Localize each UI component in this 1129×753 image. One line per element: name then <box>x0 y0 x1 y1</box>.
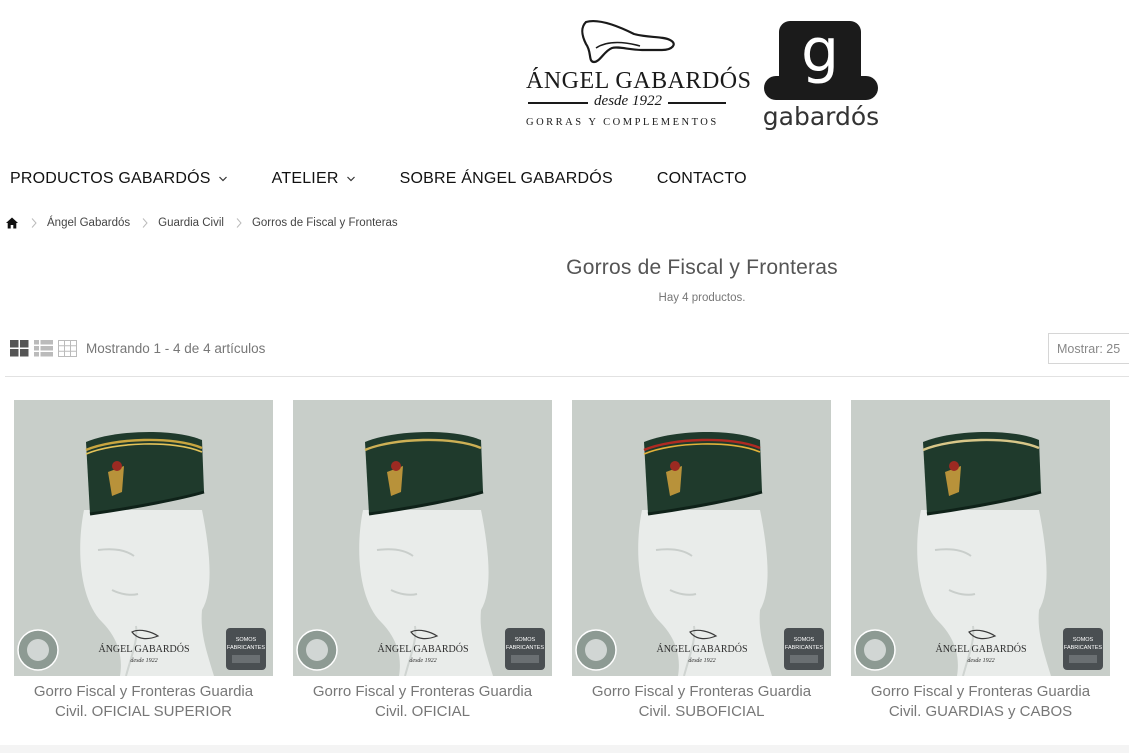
breadcrumb-link[interactable]: Ángel Gabardós <box>47 217 130 229</box>
brand-tagline: GORRAS Y COMPLEMENTOS <box>526 117 719 128</box>
gabardos-wordmark: gabardós <box>762 102 880 131</box>
svg-text:desde 1922: desde 1922 <box>967 658 994 664</box>
svg-text:FABRICANTES: FABRICANTES <box>1064 645 1103 651</box>
product-card[interactable]: ÁNGEL GABARDÓS desde 1922 SOMOS FABRICANTES… <box>851 400 1110 722</box>
svg-text:SOMOS: SOMOS <box>794 637 815 643</box>
nav-item-atelier[interactable]: ATELIER <box>272 170 356 188</box>
svg-text:desde 1922: desde 1922 <box>688 658 715 664</box>
product-name[interactable]: Gorro Fiscal y Fronteras Guardia Civil. … <box>14 682 273 722</box>
product-name[interactable]: Gorro Fiscal y Fronteras Guardia Civil. … <box>293 682 552 722</box>
manufacturer-badge: SOMOS FABRICANTES <box>1063 628 1103 670</box>
chevron-down-icon <box>218 176 227 182</box>
svg-text:desde 1922: desde 1922 <box>409 658 436 664</box>
nav-item-label: PRODUCTOS GABARDÓS <box>10 170 211 187</box>
nav-item-label: SOBRE ÁNGEL GABARDÓS <box>399 170 613 187</box>
garrison-cap <box>85 431 205 516</box>
chevron-right-icon <box>236 218 242 228</box>
grid-view-icon[interactable] <box>10 340 29 357</box>
results-summary: Mostrando 1 - 4 de 4 artículos <box>86 341 266 356</box>
svg-text:SOMOS: SOMOS <box>236 637 257 643</box>
official-seal-icon <box>296 629 338 671</box>
svg-text:ÁNGEL GABARDÓS: ÁNGEL GABARDÓS <box>935 643 1026 655</box>
list-view-icon[interactable] <box>34 340 53 357</box>
svg-text:SOMOS: SOMOS <box>515 637 536 643</box>
main-nav: PRODUCTOS GABARDÓS ATELIER SOBRE ÁNGEL G… <box>10 166 791 192</box>
per-page-select[interactable]: Mostrar: 25 <box>1048 333 1129 364</box>
nav-item-label: CONTACTO <box>656 170 747 187</box>
manufacturer-badge: SOMOS FABRICANTES <box>505 628 545 670</box>
brand-rule-left <box>528 102 588 104</box>
chevron-right-icon <box>31 218 37 228</box>
product-image[interactable]: ÁNGEL GABARDÓS desde 1922 SOMOS FABRICANTES <box>293 400 552 676</box>
nav-item-label: ATELIER <box>271 170 339 187</box>
product-image[interactable]: ÁNGEL GABARDÓS desde 1922 SOMOS FABRICANTES <box>572 400 831 676</box>
product-image[interactable]: ÁNGEL GABARDÓS desde 1922 SOMOS FABRICANTES <box>14 400 273 676</box>
breadcrumb: Ángel Gabardós Guardia Civil Gorros de F… <box>5 216 398 230</box>
svg-text:ÁNGEL GABARDÓS: ÁNGEL GABARDÓS <box>656 643 747 655</box>
garrison-cap <box>643 431 763 516</box>
table-view-icon[interactable] <box>58 340 77 357</box>
brand-rule-right <box>668 102 726 104</box>
nav-item-contacto[interactable]: CONTACTO <box>657 170 747 188</box>
product-name[interactable]: Gorro Fiscal y Fronteras Guardia Civil. … <box>851 682 1110 722</box>
svg-text:ÁNGEL GABARDÓS: ÁNGEL GABARDÓS <box>377 643 468 655</box>
svg-text:ÁNGEL GABARDÓS: ÁNGEL GABARDÓS <box>98 643 189 655</box>
garrison-cap <box>922 431 1042 516</box>
chevron-right-icon <box>142 218 148 228</box>
product-card[interactable]: ÁNGEL GABARDÓS desde 1922 SOMOS FABRICANTES… <box>293 400 552 722</box>
home-icon[interactable] <box>5 216 19 230</box>
breadcrumb-link[interactable]: Guardia Civil <box>158 217 224 229</box>
product-grid: ÁNGEL GABARDÓS desde 1922 SOMOS FABRICANTES… <box>14 400 1129 722</box>
garrison-cap <box>364 431 484 516</box>
manufacturer-badge: SOMOS FABRICANTES <box>784 628 824 670</box>
gabardos-logo[interactable]: g gabardós <box>762 16 880 135</box>
official-seal-icon <box>854 629 896 671</box>
svg-text:FABRICANTES: FABRICANTES <box>785 645 824 651</box>
footer-edge <box>0 745 1129 753</box>
listing-toolbar: Mostrando 1 - 4 de 4 artículos <box>10 340 265 357</box>
brand-since: desde 1922 <box>594 93 662 109</box>
svg-text:FABRICANTES: FABRICANTES <box>506 645 545 651</box>
product-card[interactable]: ÁNGEL GABARDÓS desde 1922 SOMOS FABRICANTES… <box>572 400 831 722</box>
page-title: Gorros de Fiscal y Fronteras <box>566 256 838 279</box>
brand-logo[interactable]: ÁNGEL GABARDÓS desde 1922 GORRAS Y COMPL… <box>522 18 752 133</box>
product-name[interactable]: Gorro Fiscal y Fronteras Guardia Civil. … <box>572 682 831 722</box>
chevron-down-icon <box>346 176 355 182</box>
svg-text:FABRICANTES: FABRICANTES <box>227 645 266 651</box>
manufacturer-badge: SOMOS FABRICANTES <box>226 628 266 670</box>
product-card[interactable]: ÁNGEL GABARDÓS desde 1922 SOMOS FABRICANTES… <box>14 400 273 722</box>
nav-item-productos[interactable]: PRODUCTOS GABARDÓS <box>10 170 228 188</box>
nav-item-sobre[interactable]: SOBRE ÁNGEL GABARDÓS <box>400 170 613 188</box>
breadcrumb-current: Gorros de Fiscal y Fronteras <box>251 217 398 229</box>
svg-text:desde 1922: desde 1922 <box>130 658 157 664</box>
product-image[interactable]: ÁNGEL GABARDÓS desde 1922 SOMOS FABRICANTES <box>851 400 1110 676</box>
brand-name: ÁNGEL GABARDÓS <box>526 68 752 94</box>
official-seal-icon <box>575 629 617 671</box>
toolbar-divider <box>5 376 1129 377</box>
svg-text:SOMOS: SOMOS <box>1073 637 1094 643</box>
product-count: Hay 4 productos. <box>658 292 746 304</box>
official-seal-icon <box>17 629 59 671</box>
gabardos-letter: g <box>800 16 840 86</box>
